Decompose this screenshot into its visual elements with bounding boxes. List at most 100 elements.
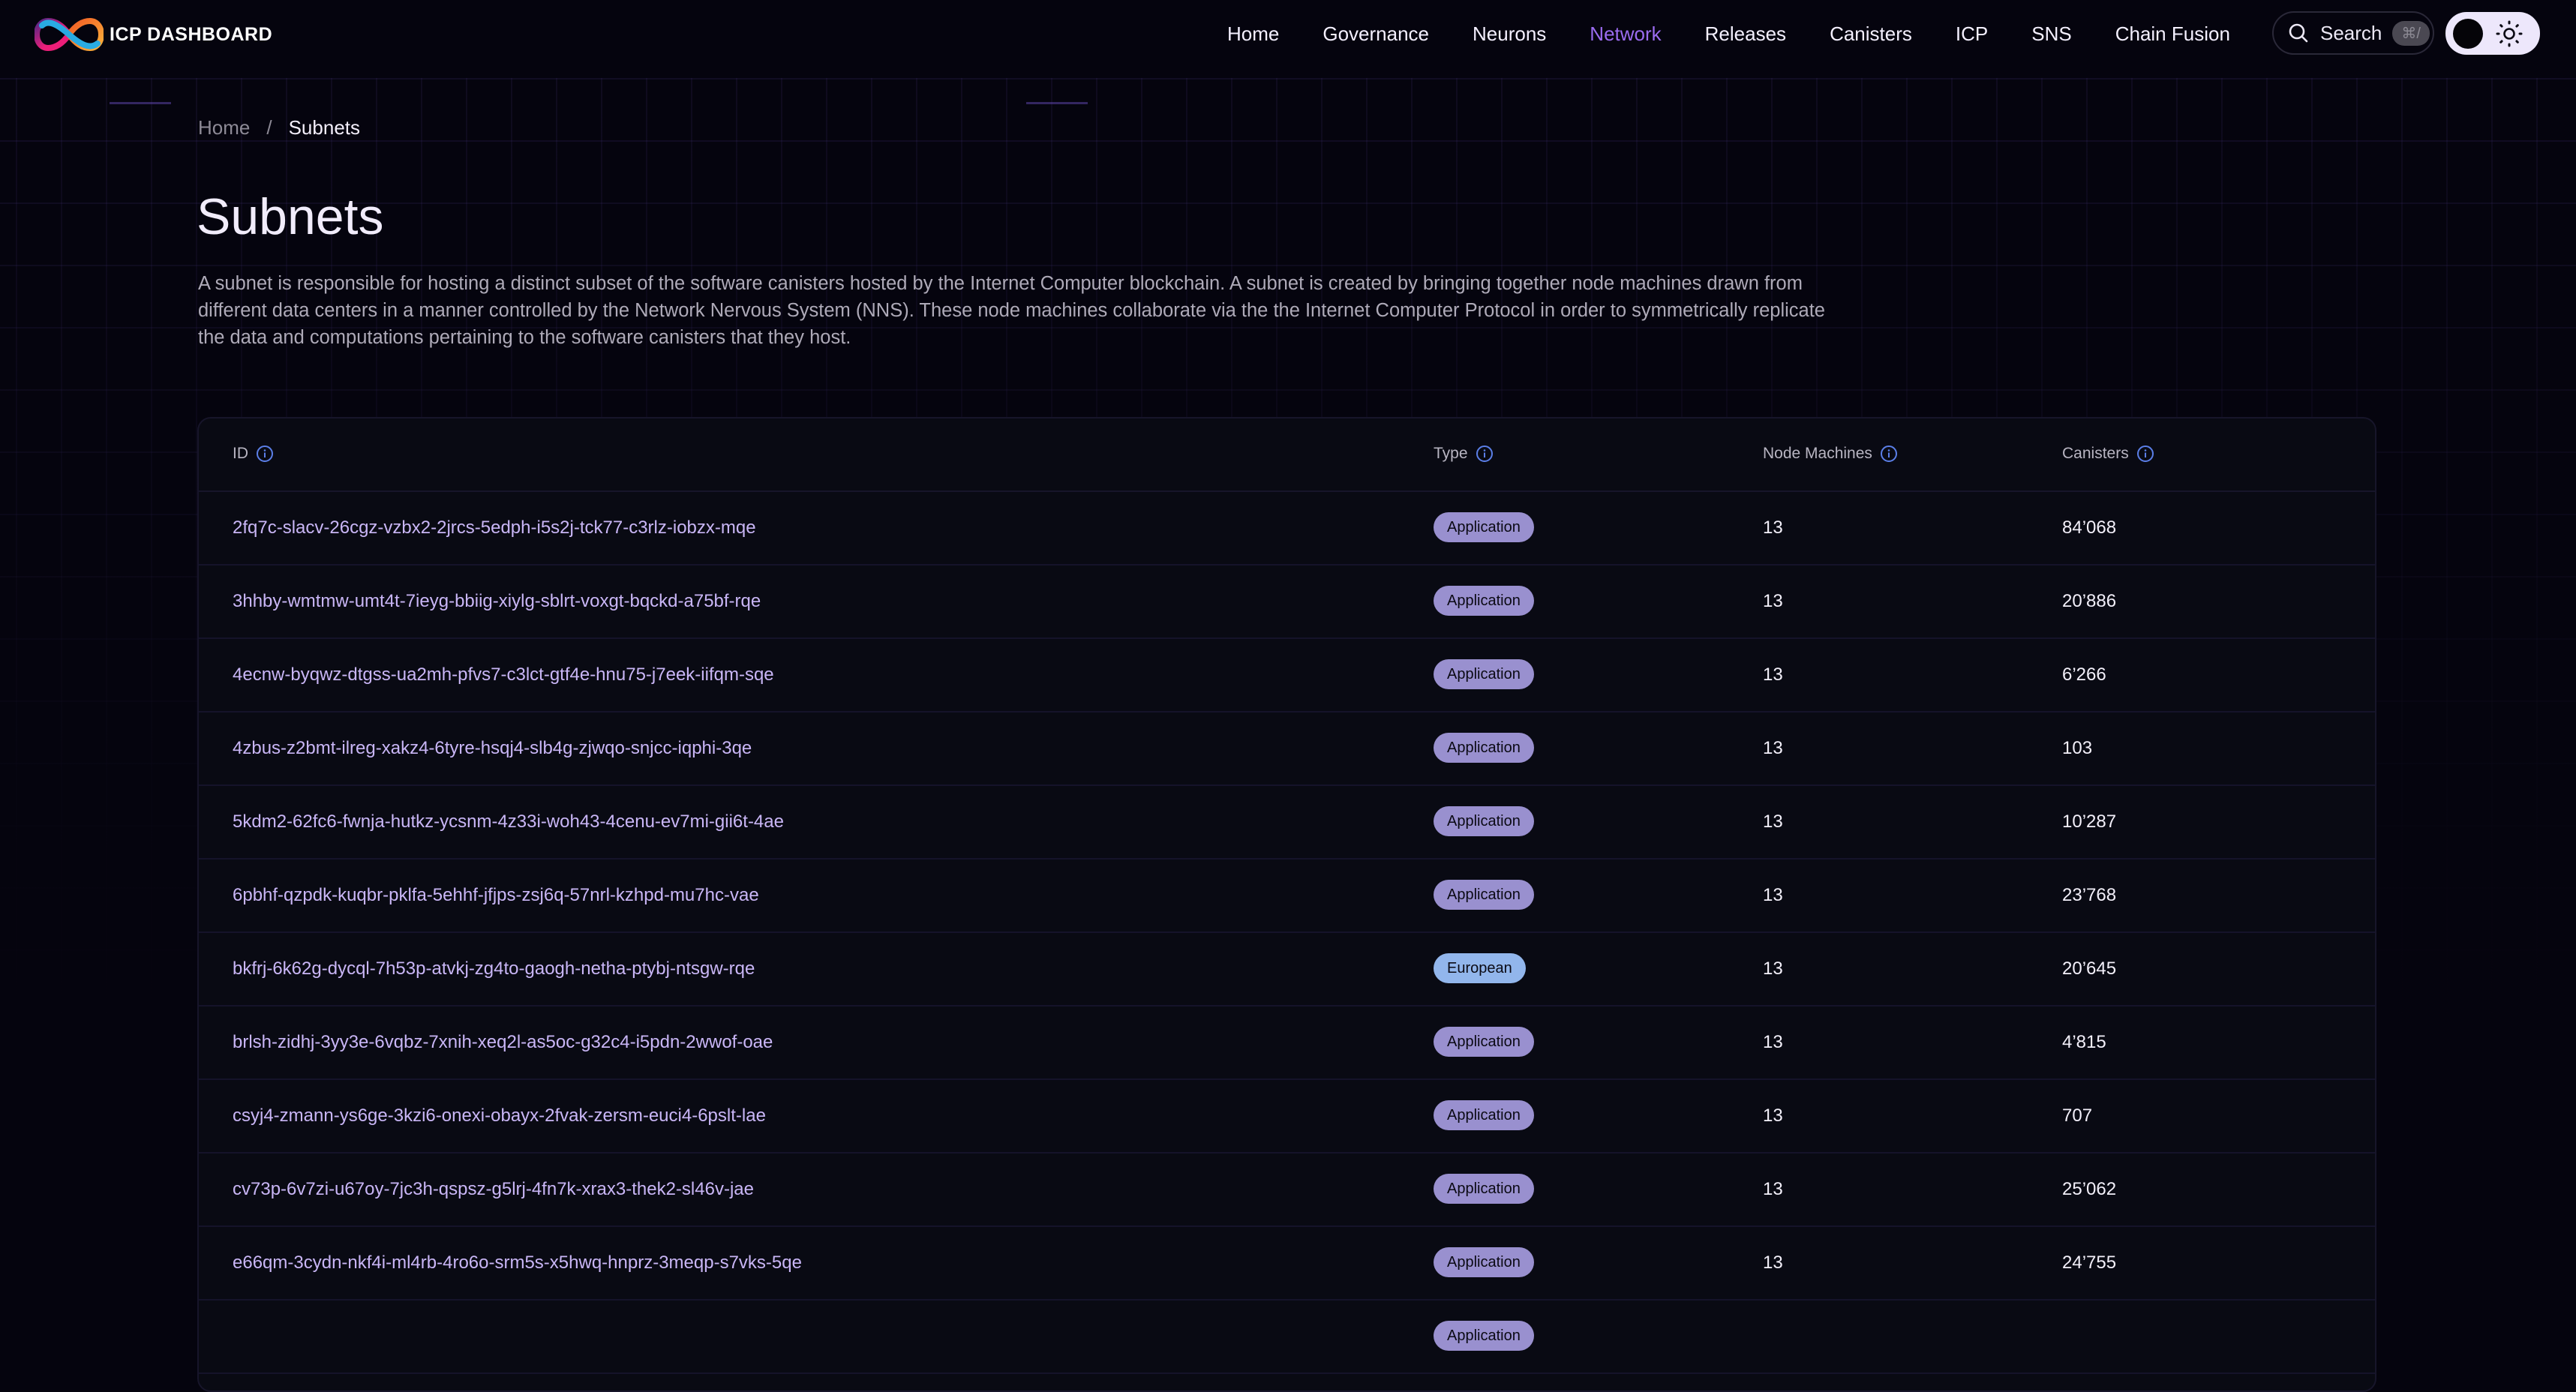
column-header-label: Canisters <box>2062 445 2129 462</box>
grid-accent <box>110 102 171 104</box>
top-navigation-bar: ICP DASHBOARD Home Governance Neurons Ne… <box>0 0 2576 68</box>
breadcrumb-home[interactable]: Home <box>198 116 250 140</box>
subnet-type-badge: Application <box>1434 806 1534 836</box>
subnet-id-link[interactable]: bkfrj-6k62g-dycql-7h53p-atvkj-zg4to-gaog… <box>233 958 755 980</box>
column-header-id: ID <box>233 445 274 463</box>
grid-accent <box>1026 102 1088 104</box>
canisters-count: 707 <box>2062 1106 2093 1126</box>
table-row[interactable]: e66qm-3cydn-nkf4i-ml4rb-4ro6o-srm5s-x5hw… <box>199 1227 2375 1300</box>
subnet-id-link[interactable]: 3hhby-wmtmw-umt4t-7ieyg-bbiig-xiylg-sblr… <box>233 591 761 612</box>
info-icon[interactable] <box>1880 445 1898 463</box>
subnet-id-link[interactable]: 6pbhf-qzpdk-kuqbr-pklfa-5ehhf-jfjps-zsj6… <box>233 885 759 906</box>
nav-sns[interactable]: SNS <box>2031 22 2071 46</box>
table-row[interactable]: 2fq7c-slacv-26cgz-vzbx2-2jrcs-5edph-i5s2… <box>199 492 2375 566</box>
main-nav: Home Governance Neurons Network Releases… <box>1227 0 2274 68</box>
node-machines-count: 13 <box>1763 1106 1783 1126</box>
nav-network[interactable]: Network <box>1590 22 1661 46</box>
subnet-type-badge: Application <box>1434 1100 1534 1130</box>
table-row[interactable]: 5kdm2-62fc6-fwnja-hutkz-ycsnm-4z33i-woh4… <box>199 786 2375 860</box>
logo[interactable]: ICP DASHBOARD <box>35 16 272 52</box>
canisters-count: 10’287 <box>2062 812 2117 832</box>
node-machines-count: 13 <box>1763 812 1783 832</box>
info-icon[interactable] <box>2136 445 2154 463</box>
subnet-id-link[interactable]: 2fq7c-slacv-26cgz-vzbx2-2jrcs-5edph-i5s2… <box>233 518 756 538</box>
subnet-id-link[interactable]: 5kdm2-62fc6-fwnja-hutkz-ycsnm-4z33i-woh4… <box>233 812 784 832</box>
subnet-id-link[interactable]: brlsh-zidhj-3yy3e-6vqbz-7xnih-xeq2l-as5o… <box>233 1032 773 1053</box>
node-machines-count: 13 <box>1763 738 1783 758</box>
canisters-count: 84’068 <box>2062 518 2117 538</box>
node-machines-count: 13 <box>1763 591 1783 611</box>
table-row[interactable]: csyj4-zmann-ys6ge-3kzi6-onexi-obayx-2fva… <box>199 1080 2375 1154</box>
table-row[interactable]: 4zbus-z2bmt-ilreg-xakz4-6tyre-hsqj4-slb4… <box>199 712 2375 786</box>
subnet-type-badge: Application <box>1434 659 1534 689</box>
subnet-type-badge: Application <box>1434 880 1534 910</box>
info-icon[interactable] <box>1476 445 1494 463</box>
table-row[interactable]: cv73p-6v7zi-u67oy-7jc3h-qspsz-g5lrj-4fn7… <box>199 1154 2375 1227</box>
page-description: A subnet is responsible for hosting a di… <box>198 273 1825 348</box>
nav-chain-fusion[interactable]: Chain Fusion <box>2115 22 2230 46</box>
node-machines-count: 13 <box>1763 518 1783 538</box>
subnet-id-link[interactable]: e66qm-3cydn-nkf4i-ml4rb-4ro6o-srm5s-x5hw… <box>233 1252 802 1274</box>
table-row[interactable]: 4ecnw-byqwz-dtgss-ua2mh-pfvs7-c3lct-gtf4… <box>199 639 2375 712</box>
node-machines-count: 13 <box>1763 1032 1783 1052</box>
search-label: Search <box>2320 21 2382 44</box>
breadcrumb-separator: / <box>266 116 272 139</box>
node-machines-count: 13 <box>1763 1252 1783 1273</box>
breadcrumb: Home / Subnets <box>198 116 360 140</box>
subnet-id-link[interactable]: cv73p-6v7zi-u67oy-7jc3h-qspsz-g5lrj-4fn7… <box>233 1179 754 1200</box>
table-row[interactable]: 3hhby-wmtmw-umt4t-7ieyg-bbiig-xiylg-sblr… <box>199 566 2375 639</box>
nav-governance[interactable]: Governance <box>1323 22 1429 46</box>
search-button[interactable]: Search ⌘/ <box>2272 11 2434 55</box>
canisters-count: 24’755 <box>2062 1252 2117 1273</box>
nav-icp[interactable]: ICP <box>1956 22 1988 46</box>
column-header-node-machines: Node Machines <box>1763 445 1898 463</box>
subnet-type-badge: Application <box>1434 1027 1534 1057</box>
nav-releases[interactable]: Releases <box>1705 22 1786 46</box>
table-row[interactable]: bkfrj-6k62g-dycql-7h53p-atvkj-zg4to-gaog… <box>199 933 2375 1006</box>
sun-icon <box>2496 20 2523 47</box>
node-machines-count: 13 <box>1763 958 1783 979</box>
subnet-type-badge: Application <box>1434 512 1534 542</box>
breadcrumb-current: Subnets <box>288 116 360 139</box>
canisters-count: 20’645 <box>2062 958 2117 979</box>
infinity-logo-icon <box>35 17 104 52</box>
node-machines-count: 13 <box>1763 1179 1783 1199</box>
subnet-id-link[interactable]: csyj4-zmann-ys6ge-3kzi6-onexi-obayx-2fva… <box>233 1106 766 1126</box>
nav-canisters[interactable]: Canisters <box>1830 22 1912 46</box>
subnets-table: ID Type Node Machines Canisters 2fq7c-sl… <box>197 417 2376 1392</box>
subnet-type-badge: European <box>1434 953 1526 983</box>
subnet-type-badge: Application <box>1434 733 1534 763</box>
column-header-label: ID <box>233 445 248 462</box>
canisters-count: 23’768 <box>2062 885 2117 905</box>
nav-neurons[interactable]: Neurons <box>1473 22 1546 46</box>
table-header: ID Type Node Machines Canisters <box>199 418 2375 492</box>
canisters-count: 4’815 <box>2062 1032 2106 1052</box>
column-header-label: Type <box>1434 445 1468 462</box>
table-row[interactable]: Application <box>199 1300 2375 1374</box>
subnet-id-link[interactable]: 4zbus-z2bmt-ilreg-xakz4-6tyre-hsqj4-slb4… <box>233 738 752 759</box>
subnet-type-badge: Application <box>1434 1174 1534 1204</box>
column-header-canisters: Canisters <box>2062 445 2154 463</box>
subnet-type-badge: Application <box>1434 586 1534 616</box>
page-title: Subnets <box>197 188 384 245</box>
canisters-count: 25’062 <box>2062 1179 2117 1199</box>
node-machines-count: 13 <box>1763 885 1783 905</box>
canisters-count: 103 <box>2062 738 2093 758</box>
theme-toggle-knob <box>2453 19 2483 49</box>
info-icon[interactable] <box>256 445 274 463</box>
node-machines-count: 13 <box>1763 664 1783 685</box>
column-header-label: Node Machines <box>1763 445 1872 462</box>
subnet-id-link[interactable]: 4ecnw-byqwz-dtgss-ua2mh-pfvs7-c3lct-gtf4… <box>233 664 774 686</box>
search-shortcut: ⌘/ <box>2392 20 2430 46</box>
logo-text: ICP DASHBOARD <box>110 23 273 45</box>
table-row[interactable]: 6pbhf-qzpdk-kuqbr-pklfa-5ehhf-jfjps-zsj6… <box>199 860 2375 933</box>
column-header-type: Type <box>1434 445 1494 463</box>
search-icon <box>2289 23 2308 43</box>
canisters-count: 20’886 <box>2062 591 2117 611</box>
nav-home[interactable]: Home <box>1227 22 1279 46</box>
canisters-count: 6’266 <box>2062 664 2106 685</box>
table-row[interactable]: brlsh-zidhj-3yy3e-6vqbz-7xnih-xeq2l-as5o… <box>199 1006 2375 1080</box>
subnet-type-badge: Application <box>1434 1247 1534 1277</box>
subnet-type-badge: Application <box>1434 1321 1534 1351</box>
theme-toggle[interactable] <box>2445 12 2540 55</box>
